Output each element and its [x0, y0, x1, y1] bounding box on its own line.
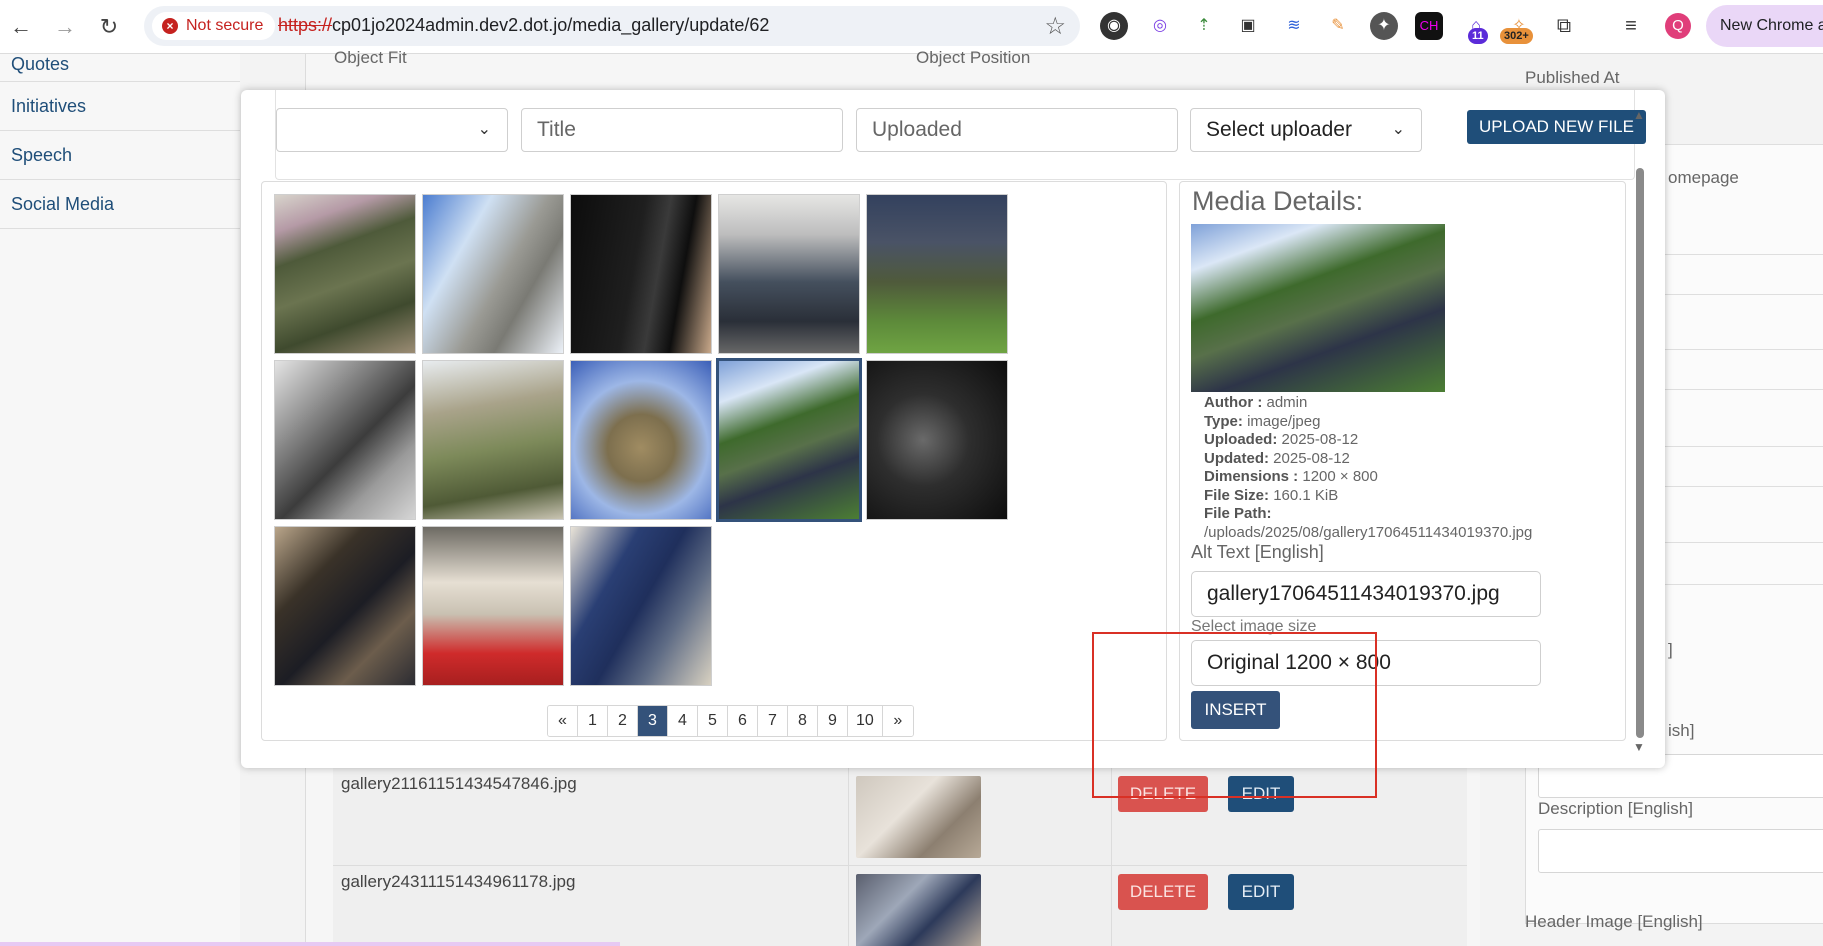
scroll-down-icon[interactable]: ▼	[1633, 740, 1645, 754]
pagination-page-10[interactable]: 10	[848, 706, 883, 736]
pagination-page-1[interactable]: 1	[578, 706, 608, 736]
extension-broadcast-icon[interactable]: ◎	[1146, 12, 1174, 40]
chevron-down-icon: ⌄	[1391, 121, 1405, 138]
media-thumbnail[interactable]	[718, 194, 860, 354]
pagination-page-5[interactable]: 5	[698, 706, 728, 736]
pagination-page-2[interactable]: 2	[608, 706, 638, 736]
header-image-label: Header Image [English]	[1525, 912, 1703, 931]
scroll-up-icon[interactable]: ▲	[1633, 108, 1645, 122]
published-at-label: Published At	[1525, 68, 1620, 87]
row-thumbnail	[856, 874, 981, 946]
sidebar-item-speech[interactable]: Speech	[0, 131, 240, 180]
extension-database-icon[interactable]: ≋	[1280, 12, 1308, 40]
meta-type: image/jpeg	[1247, 412, 1321, 430]
bookmark-star-icon[interactable]: ☆	[1044, 12, 1066, 41]
pagination-page-6[interactable]: 6	[728, 706, 758, 736]
edit-button[interactable]: EDIT	[1228, 874, 1294, 910]
extension-badge-count-2: 302+	[1500, 28, 1533, 44]
meta-uploaded: 2025-08-12	[1281, 431, 1359, 448]
description-label: Description [English]	[1538, 799, 1693, 818]
reading-list-icon[interactable]: ≡	[1617, 12, 1645, 40]
extension-badge-count: 11	[1468, 28, 1488, 44]
profile-avatar[interactable]: Q	[1665, 13, 1691, 39]
extension-puzzle-dark-icon[interactable]: ▣	[1234, 12, 1262, 40]
media-thumbnail-selected[interactable]	[716, 358, 862, 522]
row-filename: gallery21161151434547846.jpg	[341, 774, 577, 793]
object-position-label: Object Position	[916, 48, 1031, 67]
media-thumbnail[interactable]	[422, 360, 564, 520]
security-label: Not secure	[186, 17, 264, 34]
meta-file-path: /uploads/2025/08/gallery1706451143401937…	[1204, 523, 1533, 541]
sidebar-item-initiatives[interactable]: Initiatives	[0, 82, 240, 131]
pagination: « 1 2 3 4 5 6 7 8 9 10 »	[547, 705, 914, 737]
forward-icon[interactable]: →	[50, 12, 80, 42]
media-grid: « 1 2 3 4 5 6 7 8 9 10 »	[261, 181, 1167, 741]
new-chrome-pill[interactable]: New Chrome av	[1706, 5, 1823, 47]
row-thumbnail	[856, 776, 981, 858]
meta-updated: 2025-08-12	[1273, 449, 1350, 467]
pagination-page-9[interactable]: 9	[818, 706, 848, 736]
pagination-next[interactable]: »	[882, 706, 913, 736]
extension-compass-icon[interactable]: ✦	[1370, 12, 1398, 40]
security-indicator[interactable]: × Not secure	[152, 12, 276, 40]
sidebar-item-quotes[interactable]: Quotes	[0, 54, 240, 82]
extension-color-icon[interactable]: ◉	[1100, 12, 1128, 40]
meta-file-size: 160.1 KiB	[1273, 486, 1339, 504]
scrollbar-thumb[interactable]	[1636, 168, 1644, 738]
media-thumbnail[interactable]	[422, 526, 564, 686]
media-details-title: Media Details:	[1192, 186, 1364, 216]
media-thumbnail[interactable]	[274, 526, 416, 686]
address-bar[interactable]: × Not secure https://cp01jo2024admin.dev…	[144, 6, 1080, 46]
title-filter-input[interactable]: Title	[521, 108, 843, 152]
media-thumbnail[interactable]	[274, 360, 416, 520]
homepage-label-fragment: omepage	[1668, 168, 1739, 187]
media-thumbnail[interactable]	[570, 526, 712, 686]
extensions-puzzle-icon[interactable]: ⧉	[1550, 12, 1578, 40]
row-filename: gallery24311151434961178.jpg	[341, 872, 576, 891]
media-thumbnail[interactable]	[866, 360, 1008, 520]
meta-dimensions: 1200 × 800	[1302, 468, 1378, 485]
bottom-status-strip	[0, 942, 620, 946]
browser-toolbar: ← → ↻ × Not secure https://cp01jo2024adm…	[0, 0, 1823, 54]
extension-upload-icon[interactable]: ⇡	[1190, 12, 1218, 40]
media-thumbnail[interactable]	[570, 194, 712, 354]
pagination-prev[interactable]: «	[548, 706, 578, 736]
media-preview-image	[1191, 224, 1445, 392]
sidebar-item-social-media[interactable]: Social Media	[0, 180, 240, 229]
media-thumbnail[interactable]	[570, 360, 712, 520]
upload-new-file-button[interactable]: UPLOAD NEW FILE	[1467, 110, 1646, 144]
bracket-fragment: ]	[1668, 640, 1673, 659]
back-icon[interactable]: ←	[6, 12, 36, 42]
media-thumbnail[interactable]	[866, 194, 1008, 354]
modal-scrollbar[interactable]: ▲ ▼	[1633, 108, 1647, 754]
object-fit-label: Object Fit	[334, 48, 407, 67]
filter-bar: ⌄ Title Uploaded Select uploader ⌄ UPLOA…	[275, 90, 1646, 180]
meta-author: admin	[1266, 394, 1308, 411]
english-fragment: ish]	[1668, 721, 1695, 740]
delete-button[interactable]: DELETE	[1118, 874, 1208, 910]
pagination-page-3-active[interactable]: 3	[638, 706, 668, 736]
media-thumbnail[interactable]	[274, 194, 416, 354]
uploaded-filter-input[interactable]: Uploaded	[856, 108, 1178, 152]
alt-text-label: Alt Text [English]	[1191, 542, 1324, 562]
warning-icon: ×	[162, 18, 178, 34]
media-metadata: Author : admin Type: image/jpeg Uploaded…	[1204, 394, 1533, 541]
url-text[interactable]: https://cp01jo2024admin.dev2.dot.jo/medi…	[278, 15, 769, 36]
uploader-select[interactable]: Select uploader ⌄	[1190, 108, 1422, 152]
highlight-annotation-box	[1092, 632, 1377, 798]
description-input[interactable]	[1538, 829, 1823, 873]
pagination-page-7[interactable]: 7	[758, 706, 788, 736]
media-thumbnail[interactable]	[422, 194, 564, 354]
chevron-down-icon: ⌄	[477, 121, 491, 138]
pagination-page-4[interactable]: 4	[668, 706, 698, 736]
reload-icon[interactable]: ↻	[94, 12, 124, 42]
extension-ch-icon[interactable]: CH	[1415, 12, 1443, 40]
table-row: gallery24311151434961178.jpg DELETE EDIT	[333, 866, 1467, 946]
alt-text-input[interactable]: gallery17064511434019370.jpg	[1191, 571, 1541, 617]
filter-select[interactable]: ⌄	[276, 108, 508, 152]
sidebar: Quotes Initiatives Speech Social Media	[0, 54, 240, 946]
pagination-page-8[interactable]: 8	[788, 706, 818, 736]
media-gallery-modal: ⌄ Title Uploaded Select uploader ⌄ UPLOA…	[241, 90, 1665, 768]
extension-brush-icon[interactable]: ✎	[1324, 12, 1352, 40]
